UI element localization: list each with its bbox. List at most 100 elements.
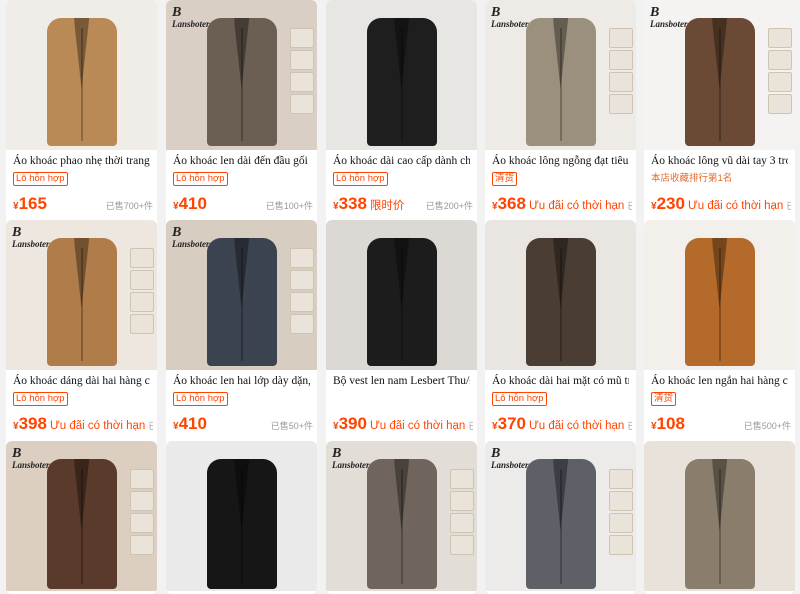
price-row: ¥370Ưu đãi có thời hạn已售50+ bbox=[492, 414, 632, 434]
feature-badge-icon bbox=[130, 469, 154, 489]
sold-count: 已售 bán bbox=[627, 201, 632, 211]
product-tag: Lô hỗn hợp bbox=[13, 172, 68, 186]
product-card[interactable]: Áo khoác phao nhẹ thời trang dành Lô hỗn … bbox=[6, 0, 157, 232]
product-title[interactable]: Áo khoác len ngắn hai hàng cúc thời bbox=[651, 374, 788, 388]
feature-badges bbox=[130, 469, 154, 555]
product-title[interactable]: Áo khoác len hai lớp dày dặn, hai bbox=[173, 374, 310, 388]
product-image[interactable] bbox=[326, 0, 477, 150]
feature-badge-icon bbox=[130, 513, 154, 533]
product-image[interactable]: B Lansboter bbox=[485, 441, 636, 591]
product-image[interactable]: B Lansboter bbox=[166, 220, 317, 370]
coat-illustration bbox=[525, 238, 596, 366]
product-card[interactable] bbox=[166, 441, 317, 594]
brand-logo: B Lansboter bbox=[12, 226, 50, 249]
product-card[interactable]: Bộ vest len nam Lesbert Thu/Đông, ¥390Ưu … bbox=[326, 220, 477, 452]
feature-badges bbox=[290, 248, 314, 334]
feature-badges bbox=[609, 469, 633, 555]
product-card[interactable]: B Lansboter bbox=[485, 441, 636, 594]
product-card[interactable] bbox=[644, 441, 795, 594]
product-title[interactable]: Bộ vest len nam Lesbert Thu/Đông, bbox=[333, 374, 470, 388]
promo-label: Ưu đãi có thời hạn bbox=[687, 200, 784, 212]
product-card[interactable]: BLansboter Áo khoác lông ngỗng đạt tiêu c… bbox=[485, 0, 636, 232]
sold-count: 已售100+件 bbox=[265, 201, 313, 211]
coat-illustration bbox=[525, 18, 596, 146]
brand-name: Lansboter bbox=[332, 460, 370, 470]
feature-badges bbox=[768, 28, 792, 114]
product-card[interactable]: Áo khoác dài hai mặt có mũ trùm Lô hỗn hợ… bbox=[485, 220, 636, 452]
feature-badge-icon bbox=[290, 72, 314, 92]
coat-illustration bbox=[366, 459, 437, 589]
product-image[interactable] bbox=[644, 220, 795, 370]
brand-mark-icon: B bbox=[12, 225, 22, 240]
product-card[interactable]: Áo khoác len ngắn hai hàng cúc thời清货¥10… bbox=[644, 220, 795, 452]
brand-logo: B Lansboter bbox=[12, 447, 50, 470]
coat-illustration bbox=[206, 459, 277, 589]
feature-badge-icon bbox=[768, 28, 792, 48]
product-image[interactable]: B Lansboter bbox=[6, 441, 157, 591]
product-title[interactable]: Áo khoác lông vũ dài tay 3 trong 1 bbox=[651, 154, 788, 168]
product-card[interactable]: B Lansboter Áo khoác dáng dài hai hàng cúc… bbox=[6, 220, 157, 452]
product-image[interactable] bbox=[644, 441, 795, 591]
product-title[interactable]: Áo khoác len dài đến đầu gối hai bbox=[173, 154, 310, 168]
brand-mark-icon: B bbox=[172, 5, 182, 20]
product-image[interactable] bbox=[166, 441, 317, 591]
feature-badge-icon bbox=[768, 50, 792, 70]
feature-badge-icon bbox=[290, 28, 314, 48]
feature-badge-icon bbox=[609, 491, 633, 511]
coat-illustration bbox=[525, 459, 596, 589]
product-card[interactable]: B Lansboter bbox=[6, 441, 157, 594]
feature-badge-icon bbox=[130, 248, 154, 268]
product-image[interactable]: B Lansboter bbox=[326, 441, 477, 591]
feature-badge-icon bbox=[130, 314, 154, 334]
product-card[interactable]: B Lansboter bbox=[326, 441, 477, 594]
product-title[interactable]: Áo khoác lông ngỗng đạt tiêu chuẩn bbox=[492, 154, 629, 168]
price-row: ¥230Ưu đãi có thời hạn已售50+ bbox=[651, 194, 791, 214]
product-title[interactable]: Áo khoác dáng dài hai hàng cúc, bbox=[13, 374, 150, 388]
product-title[interactable]: Áo khoác dài cao cấp dành cho nam bbox=[333, 154, 470, 168]
product-title[interactable]: Áo khoác phao nhẹ thời trang dành bbox=[13, 154, 150, 168]
brand-mark-icon: B bbox=[172, 225, 182, 240]
price: 410 bbox=[178, 194, 207, 213]
sold-count: 已售50+件 bbox=[270, 421, 313, 431]
feature-badges bbox=[290, 28, 314, 114]
product-image[interactable]: B Lansboter bbox=[166, 0, 317, 150]
product-tag: 清货 bbox=[492, 172, 518, 186]
feature-badges bbox=[130, 248, 154, 334]
price: 410 bbox=[178, 414, 207, 433]
product-card[interactable]: BLansboter Áo khoác lông vũ dài tay 3 tro… bbox=[644, 0, 795, 232]
product-card[interactable]: B Lansboter Áo khoác len dài đến đầu gối h… bbox=[166, 0, 317, 232]
brand-mark-icon: B bbox=[332, 446, 342, 461]
product-image[interactable]: B Lansboter bbox=[644, 0, 795, 150]
promo-label: Ưu đãi có thời hạn bbox=[528, 200, 625, 212]
brand-name: Lansboter bbox=[491, 19, 529, 29]
brand-mark-icon: B bbox=[12, 446, 22, 461]
feature-badge-icon bbox=[609, 513, 633, 533]
feature-badge-icon bbox=[768, 94, 792, 114]
product-image[interactable] bbox=[485, 220, 636, 370]
product-image[interactable]: B Lansboter bbox=[6, 220, 157, 370]
feature-badge-icon bbox=[450, 513, 474, 533]
product-tag: 本店收藏排行第1名 bbox=[651, 173, 733, 184]
brand-name: Lansboter bbox=[650, 19, 688, 29]
promo-label: Ưu đãi có thời hạn bbox=[528, 420, 625, 432]
feature-badge-icon bbox=[130, 292, 154, 312]
product-image[interactable] bbox=[6, 0, 157, 150]
price: 390 bbox=[338, 414, 367, 433]
product-image[interactable] bbox=[326, 220, 477, 370]
product-tag: Lô hỗn hợp bbox=[173, 172, 228, 186]
brand-logo: B Lansboter bbox=[172, 226, 210, 249]
product-tag: Lô hỗn hợp bbox=[13, 392, 68, 406]
product-title[interactable]: Áo khoác dài hai mặt có mũ trùm bbox=[492, 374, 629, 388]
product-image[interactable]: B Lansboter bbox=[485, 0, 636, 150]
sold-count: 已售700+件 bbox=[105, 201, 153, 211]
price-row: ¥390Ưu đãi có thời hạn已售50+ bbox=[333, 414, 473, 434]
feature-badge-icon bbox=[130, 270, 154, 290]
price: 370 bbox=[497, 414, 526, 433]
product-card[interactable]: B Lansboter Áo khoác len hai lớp dày dặn, … bbox=[166, 220, 317, 452]
feature-badge-icon bbox=[609, 72, 633, 92]
product-card[interactable]: Áo khoác dài cao cấp dành cho nam Lô hỗn … bbox=[326, 0, 477, 232]
product-info: Bộ vest len nam Lesbert Thu/Đông, ¥390Ưu … bbox=[326, 370, 477, 452]
brand-name: Lansboter bbox=[172, 239, 210, 249]
feature-badges bbox=[450, 469, 474, 555]
feature-badge-icon bbox=[609, 469, 633, 489]
